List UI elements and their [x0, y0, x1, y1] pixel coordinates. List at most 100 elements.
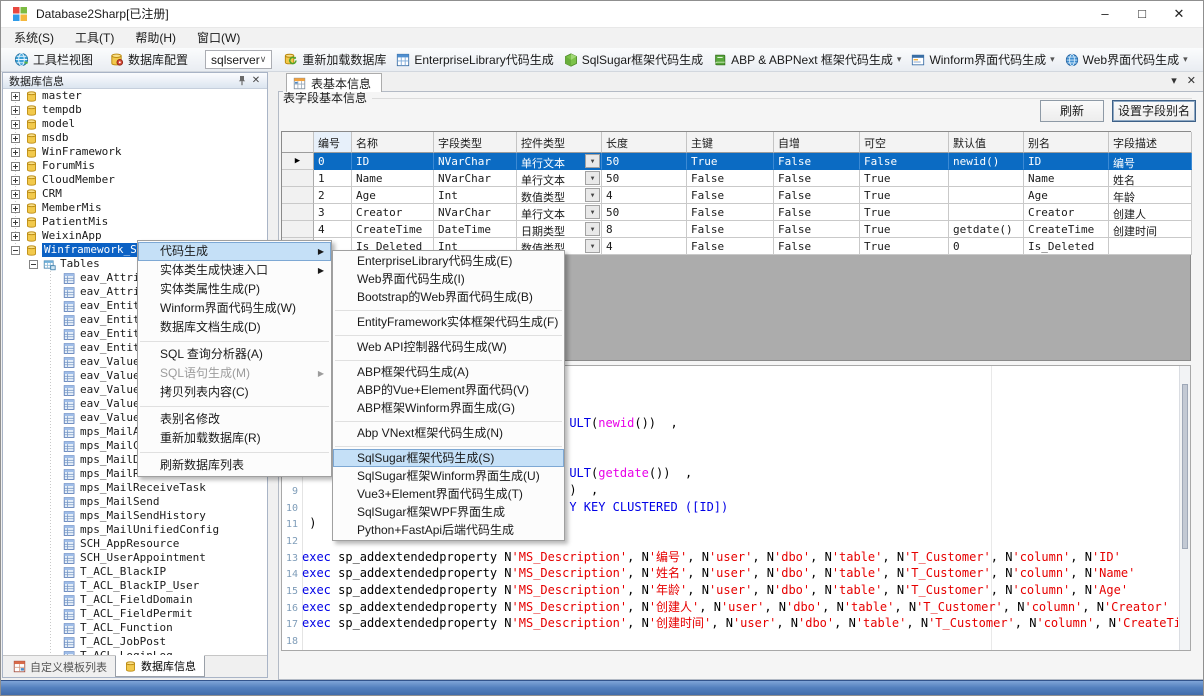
grid-cell[interactable]: 创建时间▼	[1109, 221, 1192, 238]
context-menu-item[interactable]: Winform界面代码生成(W)▶	[138, 299, 331, 318]
tree-item-database[interactable]: CloudMember	[3, 173, 267, 187]
grid-cell[interactable]: Int▼	[434, 187, 517, 204]
grid-cell[interactable]: newid()▼	[949, 153, 1024, 170]
menubar-item[interactable]: 帮助(H)	[135, 28, 176, 48]
grid-cell[interactable]: False▼	[860, 153, 949, 170]
reload-db-button[interactable]: 重新加载数据库	[278, 49, 391, 71]
grid-cell[interactable]: Is_Deleted▼	[1024, 238, 1109, 255]
submenu-item[interactable]: Web界面代码生成(I)▶	[333, 270, 564, 288]
submenu-item[interactable]: EntityFramework实体框架代码生成(F)▶	[333, 313, 564, 331]
tree-item-table[interactable]: T_ACL_FieldPermit	[3, 607, 267, 621]
submenu-item[interactable]: Bootstrap的Web界面代码生成(B)▶	[333, 288, 564, 306]
context-menu-item[interactable]: SQL 查询分析器(A)▶	[138, 345, 331, 364]
context-menu-item[interactable]	[138, 448, 331, 456]
expand-toggle-icon[interactable]	[11, 92, 20, 101]
tree-item-database[interactable]: msdb	[3, 131, 267, 145]
grid-cell[interactable]: 数值类型▼	[517, 187, 602, 204]
grid-cell[interactable]: NVarChar▼	[434, 153, 517, 170]
grid-cell[interactable]: Age▼	[352, 187, 434, 204]
column-header[interactable]: 编号	[314, 132, 352, 153]
grid-cell[interactable]: False▼	[774, 187, 860, 204]
grid-cell[interactable]: False▼	[687, 221, 774, 238]
tree-item-database[interactable]: MemberMis	[3, 201, 267, 215]
grid-cell[interactable]: 4▼	[314, 221, 352, 238]
sql-line[interactable]: 16exec sp_addextendedproperty N'MS_Descr…	[285, 599, 1178, 616]
row-header[interactable]: ▶	[282, 187, 314, 204]
editor-scrollbar[interactable]	[1179, 366, 1190, 650]
tab-list-chevron-icon[interactable]: ▾	[1171, 74, 1177, 87]
exit-button[interactable]: 退出	[1199, 49, 1204, 71]
grid-cell[interactable]: False▼	[774, 238, 860, 255]
row-header[interactable]: ▶	[282, 204, 314, 221]
grid-cell[interactable]: ▼	[1109, 238, 1192, 255]
tree-item-database[interactable]: PatientMis	[3, 215, 267, 229]
table-row[interactable]: ▶ 3▼ Creator▼ NVarChar▼ 单行文本▼ 50▼ False▼…	[282, 204, 1190, 221]
expand-toggle-icon[interactable]	[11, 120, 20, 129]
submenu-item[interactable]: SqlSugar框架WPF界面生成▶	[333, 503, 564, 521]
column-header[interactable]: 默认值	[949, 132, 1024, 153]
submenu-item[interactable]	[333, 356, 564, 363]
grid-cell[interactable]: 3▼	[314, 204, 352, 221]
submenu-item[interactable]: Abp VNext框架代码生成(N)▶	[333, 424, 564, 442]
sql-line[interactable]: 17exec sp_addextendedproperty N'MS_Descr…	[285, 615, 1178, 632]
grid-cell[interactable]: Name▼	[352, 170, 434, 187]
submenu-item[interactable]	[333, 331, 564, 338]
column-header[interactable]: 自增	[774, 132, 860, 153]
set-field-alias-button[interactable]: 设置字段别名	[1112, 100, 1196, 122]
grid-cell[interactable]: CreateTime▼	[352, 221, 434, 238]
grid-cell[interactable]: 年龄▼	[1109, 187, 1192, 204]
cell-dropdown-button[interactable]: ▼	[585, 239, 600, 253]
tree-item-table[interactable]: T_ACL_FieldDomain	[3, 593, 267, 607]
column-header[interactable]: 主键	[687, 132, 774, 153]
grid-cell[interactable]: 4▼	[602, 238, 687, 255]
menubar-item[interactable]: 工具(T)	[75, 28, 114, 48]
tree-item-database[interactable]: ForumMis	[3, 159, 267, 173]
panel-close-icon[interactable]: ✕	[249, 74, 263, 87]
context-menu-item[interactable]: 实体类生成快速入口▶	[138, 261, 331, 280]
cell-dropdown-button[interactable]: ▼	[585, 188, 600, 202]
expand-toggle-icon[interactable]	[11, 204, 20, 213]
submenu-item[interactable]: SqlSugar框架Winform界面生成(U)▶	[333, 467, 564, 485]
grid-cell[interactable]: 日期类型▼	[517, 221, 602, 238]
grid-cell[interactable]: 单行文本▼	[517, 170, 602, 187]
submenu-item[interactable]: Web API控制器代码生成(W)▶	[333, 338, 564, 356]
grid-cell[interactable]: True▼	[687, 153, 774, 170]
db-config-button[interactable]: 数据库配置	[104, 49, 193, 71]
row-header[interactable]: ▶	[282, 170, 314, 187]
tab-close-icon[interactable]: ✕	[1187, 74, 1196, 87]
collapse-toggle-icon[interactable]	[29, 260, 38, 269]
tree-item-database[interactable]: model	[3, 117, 267, 131]
cell-dropdown-button[interactable]: ▼	[585, 205, 600, 219]
refresh-button[interactable]: 刷新	[1040, 100, 1104, 122]
tree-item-database[interactable]: WinFramework	[3, 145, 267, 159]
scrollbar-thumb[interactable]	[1182, 384, 1188, 549]
expand-toggle-icon[interactable]	[11, 134, 20, 143]
toolbar-view-button[interactable]: 工具栏视图	[9, 49, 98, 71]
tree-item-table[interactable]: T_ACL_BlackIP	[3, 565, 267, 579]
expand-toggle-icon[interactable]	[11, 162, 20, 171]
grid-cell[interactable]: 姓名▼	[1109, 170, 1192, 187]
cell-dropdown-button[interactable]: ▼	[585, 222, 600, 236]
submenu-item[interactable]: ABP框架Winform界面生成(G)▶	[333, 399, 564, 417]
grid-cell[interactable]: 2▼	[314, 187, 352, 204]
grid-cell[interactable]: ID▼	[1024, 153, 1109, 170]
grid-cell[interactable]: 0▼	[314, 153, 352, 170]
table-row[interactable]: ▶ 4▼ CreateTime▼ DateTime▼ 日期类型▼ 8▼ Fals…	[282, 221, 1190, 238]
grid-cell[interactable]: 单行文本▼	[517, 204, 602, 221]
expand-toggle-icon[interactable]	[11, 232, 20, 241]
sql-line[interactable]: 14exec sp_addextendedproperty N'MS_Descr…	[285, 565, 1178, 582]
context-menu-item[interactable]: 实体类属性生成(P)▶	[138, 280, 331, 299]
grid-cell[interactable]: True▼	[860, 221, 949, 238]
grid-cell[interactable]: Name▼	[1024, 170, 1109, 187]
tree-item-database[interactable]: tempdb	[3, 103, 267, 117]
grid-cell[interactable]: ▼	[949, 170, 1024, 187]
grid-cell[interactable]: Age▼	[1024, 187, 1109, 204]
column-header[interactable]: 控件类型	[517, 132, 602, 153]
chevron-down-icon[interactable]: ▾	[1183, 54, 1188, 65]
tree-item-table[interactable]: T_ACL_Function	[3, 621, 267, 635]
tree-item-table[interactable]: mps_MailSend	[3, 495, 267, 509]
db-type-select[interactable]: sqlserver ∨	[205, 50, 272, 69]
tab-table-info[interactable]: 表基本信息	[286, 73, 382, 92]
tree-item-table[interactable]: mps_MailSendHistory	[3, 509, 267, 523]
grid-cell[interactable]: False▼	[687, 204, 774, 221]
